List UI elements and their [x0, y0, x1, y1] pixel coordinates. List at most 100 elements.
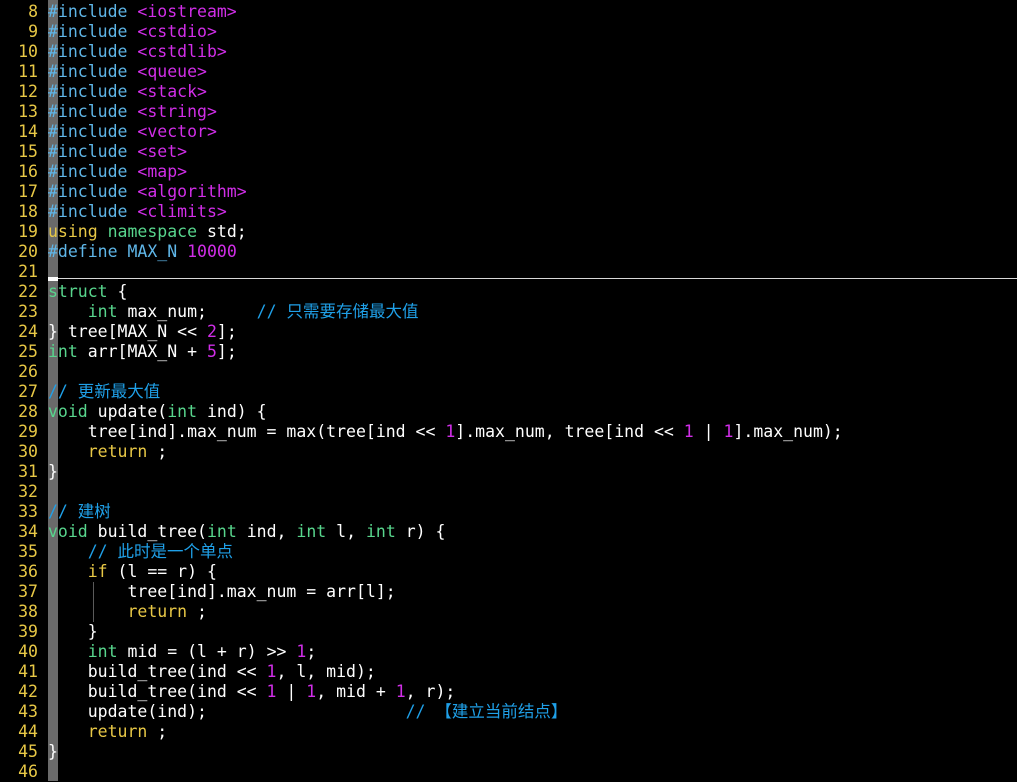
- code-token-str: <set>: [137, 142, 188, 161]
- code-token-plain: |: [693, 422, 724, 441]
- code-line[interactable]: 12 #include <stack>: [0, 82, 1017, 102]
- line-code: update(ind); // 【建立当前结点】: [48, 702, 568, 722]
- line-number: 13: [18, 102, 38, 121]
- line-code: if (l == r) {: [48, 562, 217, 582]
- code-line[interactable]: 25 int arr[MAX_N + 5];: [0, 342, 1017, 362]
- code-line[interactable]: 41 build_tree(ind << 1, l, mid);: [0, 662, 1017, 682]
- code-token-plain: ];: [216, 342, 237, 361]
- code-line[interactable]: 39 }: [0, 622, 1017, 642]
- code-line[interactable]: 27 // 更新最大值: [0, 382, 1017, 402]
- code-token-pre: #define MAX_N: [48, 242, 188, 261]
- code-line[interactable]: 24} tree[MAX_N << 2];: [0, 322, 1017, 342]
- line-code: return ;: [48, 722, 167, 742]
- line-number: 18: [18, 202, 38, 221]
- code-token-pre: #include: [48, 162, 138, 181]
- code-line[interactable]: 30 return ;: [0, 442, 1017, 462]
- code-line[interactable]: 20 #define MAX_N 10000: [0, 242, 1017, 262]
- line-code: using namespace std;: [48, 222, 247, 242]
- code-token-plain: build_tree(ind <<: [48, 662, 267, 681]
- code-token-pre: #include: [48, 2, 138, 21]
- code-editor[interactable]: 8 #include <iostream> 9 #include <cstdio> 10…: [0, 0, 1017, 781]
- code-token-kw: if: [87, 562, 108, 581]
- code-line[interactable]: 14 #include <vector>: [0, 122, 1017, 142]
- code-token-plain: r) {: [395, 522, 446, 541]
- line-code: // 此时是一个单点: [48, 542, 233, 562]
- code-line[interactable]: 43 update(ind); // 【建立当前结点】: [0, 702, 1017, 722]
- code-line[interactable]: 46: [0, 762, 1017, 782]
- code-token-str: <string>: [137, 102, 217, 121]
- code-token-pre: #include: [48, 142, 138, 161]
- code-token-type: int: [87, 302, 118, 321]
- line-number: 26: [18, 362, 38, 381]
- code-token-plain: arr[MAX_N +: [77, 342, 207, 361]
- code-line[interactable]: 42 build_tree(ind << 1 | 1, mid + 1, r);: [0, 682, 1017, 702]
- code-token-type: int: [296, 522, 327, 541]
- code-line[interactable]: 23 int max_num; // 只需要存储最大值: [0, 302, 1017, 322]
- code-token-str: <iostream>: [137, 2, 237, 21]
- code-line[interactable]: 40 int mid = (l + r) >> 1;: [0, 642, 1017, 662]
- line-code: }: [48, 742, 58, 762]
- code-line[interactable]: 36 if (l == r) {: [0, 562, 1017, 582]
- code-line[interactable]: 28 void update(int ind) {: [0, 402, 1017, 422]
- code-token-str: <cstdio>: [137, 22, 217, 41]
- code-token-str: <vector>: [137, 122, 217, 141]
- code-line[interactable]: 19 using namespace std;: [0, 222, 1017, 242]
- code-line[interactable]: 33 // 建树: [0, 502, 1017, 522]
- code-line[interactable]: 8 #include <iostream>: [0, 2, 1017, 22]
- code-token-pre: #include: [48, 122, 138, 141]
- line-number: 20: [18, 242, 38, 261]
- code-line[interactable]: 9 #include <cstdio>: [0, 22, 1017, 42]
- line-code: void build_tree(int ind, int l, int r) {: [48, 522, 445, 542]
- code-token-plain: ;: [306, 642, 317, 661]
- line-number: 11: [18, 62, 38, 81]
- code-line[interactable]: 17 #include <algorithm>: [0, 182, 1017, 202]
- line-number: 32: [18, 482, 38, 501]
- code-line[interactable]: 15 #include <set>: [0, 142, 1017, 162]
- code-line[interactable]: 22 struct {: [0, 282, 1017, 302]
- code-token-num: 1: [266, 662, 277, 681]
- line-number: 10: [18, 42, 38, 61]
- code-token-num: 1: [395, 682, 406, 701]
- code-line[interactable]: 38 return ;: [0, 602, 1017, 622]
- code-token-type: struct: [48, 282, 108, 301]
- line-code: #include <map>: [48, 162, 187, 182]
- line-code: tree[ind].max_num = max(tree[ind << 1].m…: [48, 422, 843, 442]
- line-number: 45: [18, 742, 38, 761]
- code-token-cmt: // 更新最大值: [48, 382, 161, 401]
- code-line[interactable]: 44 return ;: [0, 722, 1017, 742]
- code-token-plain: tree[ind].max_num = max(tree[ind <<: [48, 422, 446, 441]
- code-line[interactable]: 21: [0, 262, 1017, 282]
- code-line[interactable]: 31}: [0, 462, 1017, 482]
- code-token-pre: #include: [48, 182, 138, 201]
- code-token-cmt: // 只需要存储最大值: [256, 302, 419, 321]
- code-line[interactable]: 37 tree[ind].max_num = arr[l];: [0, 582, 1017, 602]
- code-token-type: void: [48, 522, 88, 541]
- code-token-num: 1: [445, 422, 456, 441]
- code-token-num: 5: [206, 342, 217, 361]
- line-code: // 更新最大值: [48, 382, 160, 402]
- code-token-plain: }: [48, 742, 58, 761]
- line-code: #include <cstdio>: [48, 22, 217, 42]
- code-line[interactable]: 45}: [0, 742, 1017, 762]
- line-code: }: [48, 462, 58, 482]
- code-line[interactable]: 32: [0, 482, 1017, 502]
- code-line[interactable]: 26: [0, 362, 1017, 382]
- code-token-num: 1: [266, 682, 277, 701]
- code-line[interactable]: 29 tree[ind].max_num = max(tree[ind << 1…: [0, 422, 1017, 442]
- code-token-plain: , r);: [405, 682, 456, 701]
- code-line[interactable]: 16 #include <map>: [0, 162, 1017, 182]
- code-line[interactable]: 11 #include <queue>: [0, 62, 1017, 82]
- line-number: 23: [18, 302, 38, 321]
- code-token-str: <queue>: [137, 62, 207, 81]
- code-line[interactable]: 18 #include <climits>: [0, 202, 1017, 222]
- code-line[interactable]: 10 #include <cstdlib>: [0, 42, 1017, 62]
- code-token-pre: #include: [48, 82, 138, 101]
- code-token-type: namespace: [107, 222, 198, 241]
- code-line[interactable]: 34 void build_tree(int ind, int l, int r)…: [0, 522, 1017, 542]
- code-line[interactable]: 13 #include <string>: [0, 102, 1017, 122]
- code-line[interactable]: 35 // 此时是一个单点: [0, 542, 1017, 562]
